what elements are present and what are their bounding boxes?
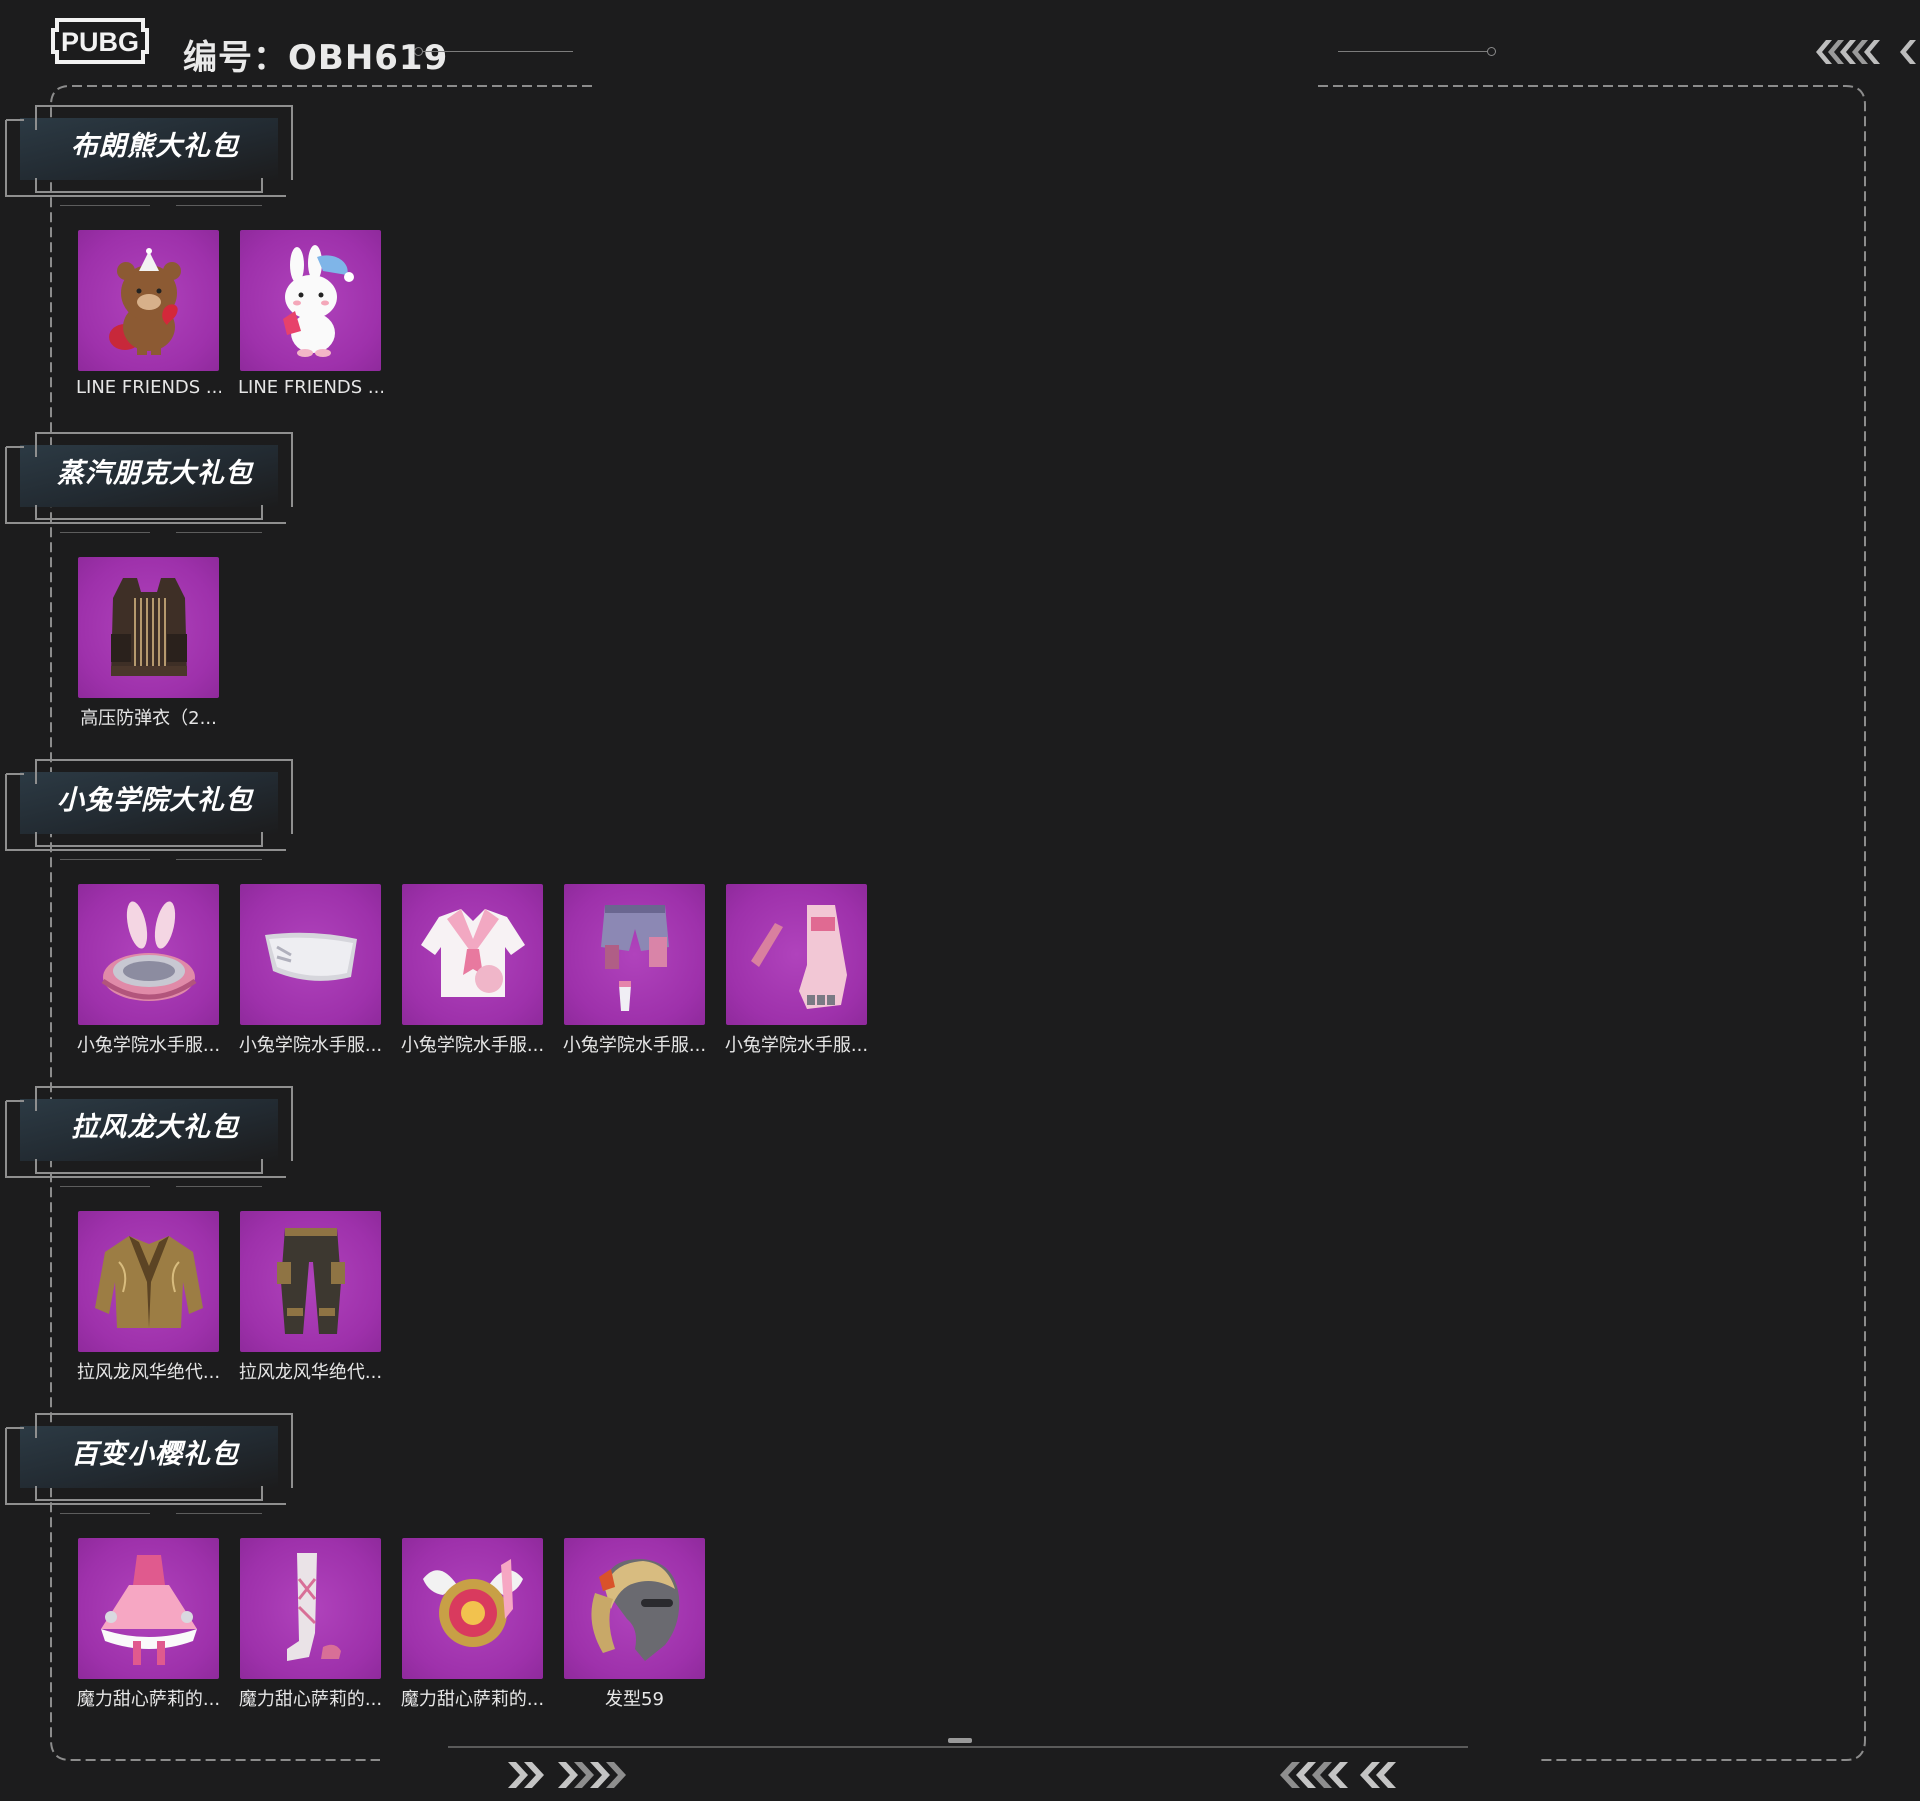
pack-header: 布朗熊大礼包 [0,100,300,206]
item-thumbnail [78,557,219,698]
winged-backpack-icon [422,1558,523,1647]
gloves-icon [750,904,847,1009]
item-card[interactable]: 小兔学院水手服... [724,884,869,1057]
pack-header: 蒸汽朋克大礼包 [0,427,300,533]
item-thumbnail [726,884,867,1025]
item-name: LINE FRIENDS ... [76,377,221,398]
pack-title: 蒸汽朋克大礼包 [57,458,253,489]
item-name: 高压防弹衣（2... [80,708,217,729]
pubg-logo-text: PUBG [61,27,139,57]
hairstyle-icon [590,1558,679,1661]
serial-label: 编号： [183,38,288,78]
item-card[interactable]: 拉风龙风华绝代... [76,1211,221,1384]
item-thumbnail [564,884,705,1025]
item-name: 魔力甜心萨莉的... [238,1689,383,1710]
item-thumbnail [78,1538,219,1679]
dress-icon [100,1554,197,1665]
white-bunny-icon [282,244,354,357]
brown-bear-icon [108,247,181,355]
item-thumbnail [564,1538,705,1679]
item-card[interactable]: LINE FRIENDS ... [238,230,383,398]
item-name: 小兔学院水手服... [562,1035,707,1056]
header-line-dot-right [1487,47,1496,56]
face-mask-icon [264,932,357,981]
item-grid: 魔力甜心萨莉的... 魔力甜心萨莉的... 魔力甜心萨莉的... 发型59 [76,1538,705,1711]
item-name: 拉风龙风华绝代... [238,1362,383,1383]
header-line-left [423,51,573,52]
item-card[interactable]: 魔力甜心萨莉的... [400,1538,545,1711]
item-grid: 拉风龙风华绝代... 拉风龙风华绝代... [76,1211,383,1384]
armor-vest-icon [110,577,187,676]
item-thumbnail [78,884,219,1025]
item-card[interactable]: 拉风龙风华绝代... [238,1211,383,1384]
jacket-icon [94,1235,203,1328]
item-grid: 高压防弹衣（2... [78,557,219,730]
item-thumbnail [402,884,543,1025]
item-thumbnail [78,1211,219,1352]
shorts-icon [600,904,669,1011]
pants-icon [276,1227,345,1334]
pubg-logo: PUBG [51,18,149,64]
boots-icon [286,1552,341,1661]
footer-chevrons-right-icon [508,1762,626,1788]
item-grid: LINE FRIENDS ... LINE FRIENDS ... [76,230,383,398]
item-card[interactable]: 小兔学院水手服... [400,884,545,1057]
item-thumbnail [78,230,219,371]
item-thumbnail [240,1211,381,1352]
item-card[interactable]: LINE FRIENDS ... [76,230,221,398]
pack-title: 布朗熊大礼包 [71,131,239,162]
item-card[interactable]: 小兔学院水手服... [238,884,383,1057]
item-name: LINE FRIENDS ... [238,377,383,398]
item-name: 小兔学院水手服... [238,1035,383,1056]
serial-value: OBH619 [288,38,449,78]
item-grid: 小兔学院水手服... 小兔学院水手服... 小兔学院水手服... 小兔学院水手服… [76,884,869,1057]
item-card[interactable]: 发型59 [564,1538,705,1711]
pack-title: 百变小樱礼包 [71,1439,239,1470]
footer-chevrons-left-icon [1280,1762,1396,1788]
item-name: 魔力甜心萨莉的... [76,1689,221,1710]
item-name: 小兔学院水手服... [400,1035,545,1056]
item-name: 小兔学院水手服... [724,1035,869,1056]
item-card[interactable]: 高压防弹衣（2... [78,557,219,730]
item-card[interactable]: 小兔学院水手服... [562,884,707,1057]
header-line-right [1338,51,1488,52]
header-line-dot-left [414,47,423,56]
item-name: 魔力甜心萨莉的... [400,1689,545,1710]
item-thumbnail [240,230,381,371]
pack-header: 小兔学院大礼包 [0,754,300,860]
item-name: 小兔学院水手服... [76,1035,221,1056]
pack-title: 小兔学院大礼包 [57,785,253,816]
sailor-shirt-icon [420,908,525,997]
header-chevrons-icon [1816,40,1916,64]
serial-number: 编号：OBH619 [183,30,448,79]
item-thumbnail [240,884,381,1025]
pack-title: 拉风龙大礼包 [71,1112,239,1143]
item-thumbnail [240,1538,381,1679]
item-thumbnail [402,1538,543,1679]
item-card[interactable]: 魔力甜心萨莉的... [238,1538,383,1711]
item-name: 发型59 [605,1689,664,1710]
item-card[interactable]: 魔力甜心萨莉的... [76,1538,221,1711]
pack-header: 拉风龙大礼包 [0,1081,300,1187]
pack-header: 百变小樱礼包 [0,1408,300,1514]
bunny-helmet-icon [101,900,196,1001]
item-card[interactable]: 小兔学院水手服... [76,884,221,1057]
item-name: 拉风龙风华绝代... [76,1362,221,1383]
